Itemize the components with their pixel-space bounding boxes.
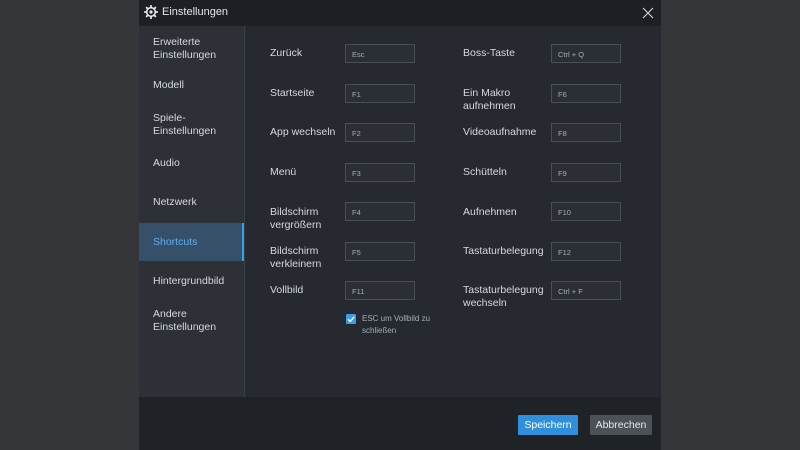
sidebar-item-advanced[interactable]: Erweiterte Einstellungen	[139, 30, 244, 68]
shortcut-input-video-recording[interactable]: F8	[551, 123, 621, 142]
shortcuts-panel: Zurück Esc Startseite F1 App wechseln F2…	[245, 26, 661, 397]
sidebar-item-audio[interactable]: Audio	[139, 144, 244, 182]
shortcut-label-menu: Menü	[270, 166, 297, 178]
shortcut-label-home: Startseite	[270, 87, 315, 99]
save-button[interactable]: Speichern	[518, 415, 578, 435]
shortcut-label-zoom-in: Bildschirm vergrößern	[270, 206, 322, 231]
sidebar-item-label: Erweiterte Einstellungen	[153, 36, 217, 61]
sidebar-item-label: Andere Einstellungen	[153, 308, 217, 333]
settings-sidebar: Erweiterte Einstellungen Modell Spiele-E…	[139, 26, 245, 397]
cancel-button[interactable]: Abbrechen	[590, 415, 652, 435]
esc-fullscreen-checkbox[interactable]	[346, 314, 356, 324]
sidebar-item-label: Modell	[153, 78, 184, 91]
shortcut-input-zoom-out[interactable]: F5	[345, 242, 415, 261]
shortcut-input-fullscreen[interactable]: F11	[345, 281, 415, 300]
esc-fullscreen-label: ESC um Vollbild zu schließen	[362, 314, 431, 335]
sidebar-item-other-settings[interactable]: Andere Einstellungen	[139, 302, 244, 340]
sidebar-item-model[interactable]: Modell	[139, 66, 244, 104]
sidebar-item-shortcuts[interactable]: Shortcuts	[139, 223, 244, 261]
shortcut-label-back: Zurück	[270, 47, 303, 59]
gear-icon	[144, 5, 158, 19]
shortcut-label-keymapping: Tastaturbelegung	[463, 245, 544, 257]
shortcut-input-capture[interactable]: F10	[551, 202, 621, 221]
shortcut-input-switch-keymapping[interactable]: Ctrl + F	[551, 281, 621, 300]
title-bar: Einstellungen	[139, 0, 661, 26]
shortcut-input-keymapping[interactable]: F12	[551, 242, 621, 261]
shortcut-label-boss-key: Boss-Taste	[463, 47, 515, 59]
shortcut-input-switch-app[interactable]: F2	[345, 123, 415, 142]
sidebar-item-wallpaper[interactable]: Hintergrundbild	[139, 262, 244, 300]
shortcut-label-switch-app: App wechseln	[270, 126, 336, 138]
sidebar-item-label: Audio	[153, 156, 180, 169]
sidebar-item-label: Netzwerk	[153, 195, 197, 208]
shortcut-label-zoom-out: Bildschirm verkleinern	[270, 245, 322, 270]
sidebar-item-label: Hintergrundbild	[153, 274, 225, 287]
shortcut-input-shake[interactable]: F9	[551, 163, 621, 182]
close-icon[interactable]	[637, 2, 659, 24]
shortcut-input-record-macro[interactable]: F6	[551, 84, 621, 103]
sidebar-item-game-settings[interactable]: Spiele-Einstellungen	[139, 106, 244, 144]
sidebar-item-label: Shortcuts	[153, 235, 198, 248]
dialog-footer	[139, 397, 661, 450]
shortcut-label-switch-keymapping: Tastaturbelegung wechseln	[463, 284, 544, 309]
sidebar-item-label: Spiele-Einstellungen	[153, 112, 217, 137]
window-title: Einstellungen	[162, 6, 229, 18]
sidebar-item-network[interactable]: Netzwerk	[139, 183, 244, 221]
shortcut-label-capture: Aufnehmen	[463, 206, 517, 218]
shortcut-label-fullscreen: Vollbild	[270, 284, 304, 296]
shortcut-input-home[interactable]: F1	[345, 84, 415, 103]
shortcut-label-video-recording: Videoaufnahme	[463, 126, 537, 138]
shortcut-input-zoom-in[interactable]: F4	[345, 202, 415, 221]
shortcut-label-shake: Schütteln	[463, 166, 507, 178]
shortcut-input-menu[interactable]: F3	[345, 163, 415, 182]
shortcut-label-record-macro: Ein Makro aufnehmen	[463, 87, 516, 112]
settings-dialog: Einstellungen Erweiterte Einstellungen M…	[139, 0, 661, 450]
checkmark-icon	[347, 316, 355, 323]
shortcut-input-back[interactable]: Esc	[345, 44, 415, 63]
shortcut-input-boss-key[interactable]: Ctrl + Q	[551, 44, 621, 63]
